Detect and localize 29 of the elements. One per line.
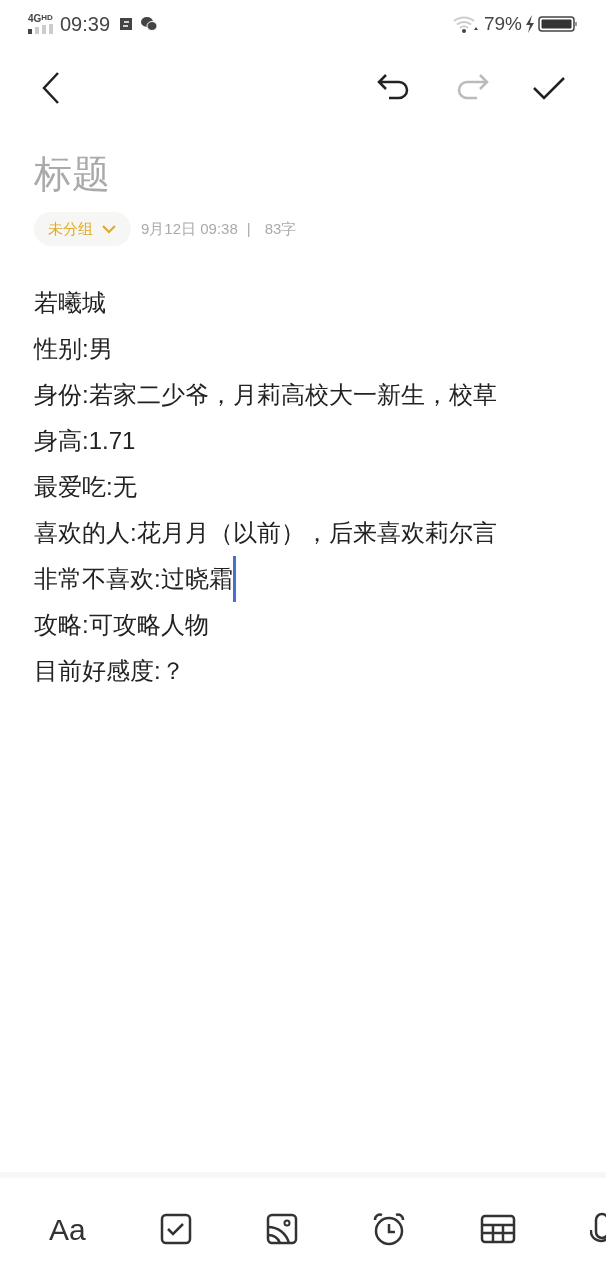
network-hd-label: HD	[41, 14, 53, 22]
network-label: 4G	[28, 14, 42, 24]
word-count: 83字	[264, 218, 297, 239]
checklist-button[interactable]	[159, 1213, 192, 1245]
note-line: 若曦城	[34, 288, 106, 318]
note-line: 性别:男	[34, 334, 113, 364]
battery-icon	[538, 15, 578, 33]
note-date: 9月12日 09:38	[141, 218, 238, 239]
note-line: 身份:若家二少爷，月莉高校大一新生，校草	[34, 380, 497, 410]
done-button[interactable]	[532, 75, 566, 101]
signal-icon	[28, 24, 54, 34]
format-button[interactable]: Aa	[49, 1206, 86, 1252]
clock-time: 09:39	[60, 12, 111, 37]
note-line: 目前好感度:？	[34, 656, 185, 686]
battery-percent: 79%	[483, 11, 522, 36]
note-line: 喜欢的人:花月月（以前），后来喜欢莉尔言	[34, 518, 497, 548]
table-button[interactable]	[479, 1214, 516, 1244]
chat-icon	[140, 16, 159, 32]
alarm-button[interactable]	[371, 1212, 406, 1246]
wifi-icon	[451, 15, 478, 33]
note-line: 最爱吃:无	[34, 472, 137, 502]
meta-separator: |	[246, 218, 251, 239]
note-line: 非常不喜欢:过晓霜	[34, 564, 233, 594]
note-line: 攻略:可攻略人物	[34, 610, 209, 640]
title-field[interactable]: 标题	[34, 144, 572, 204]
chevron-down-icon	[101, 224, 117, 234]
screenshot-icon	[118, 16, 135, 32]
note-line: 身高:1.71	[34, 426, 136, 456]
image-button[interactable]	[265, 1213, 298, 1245]
